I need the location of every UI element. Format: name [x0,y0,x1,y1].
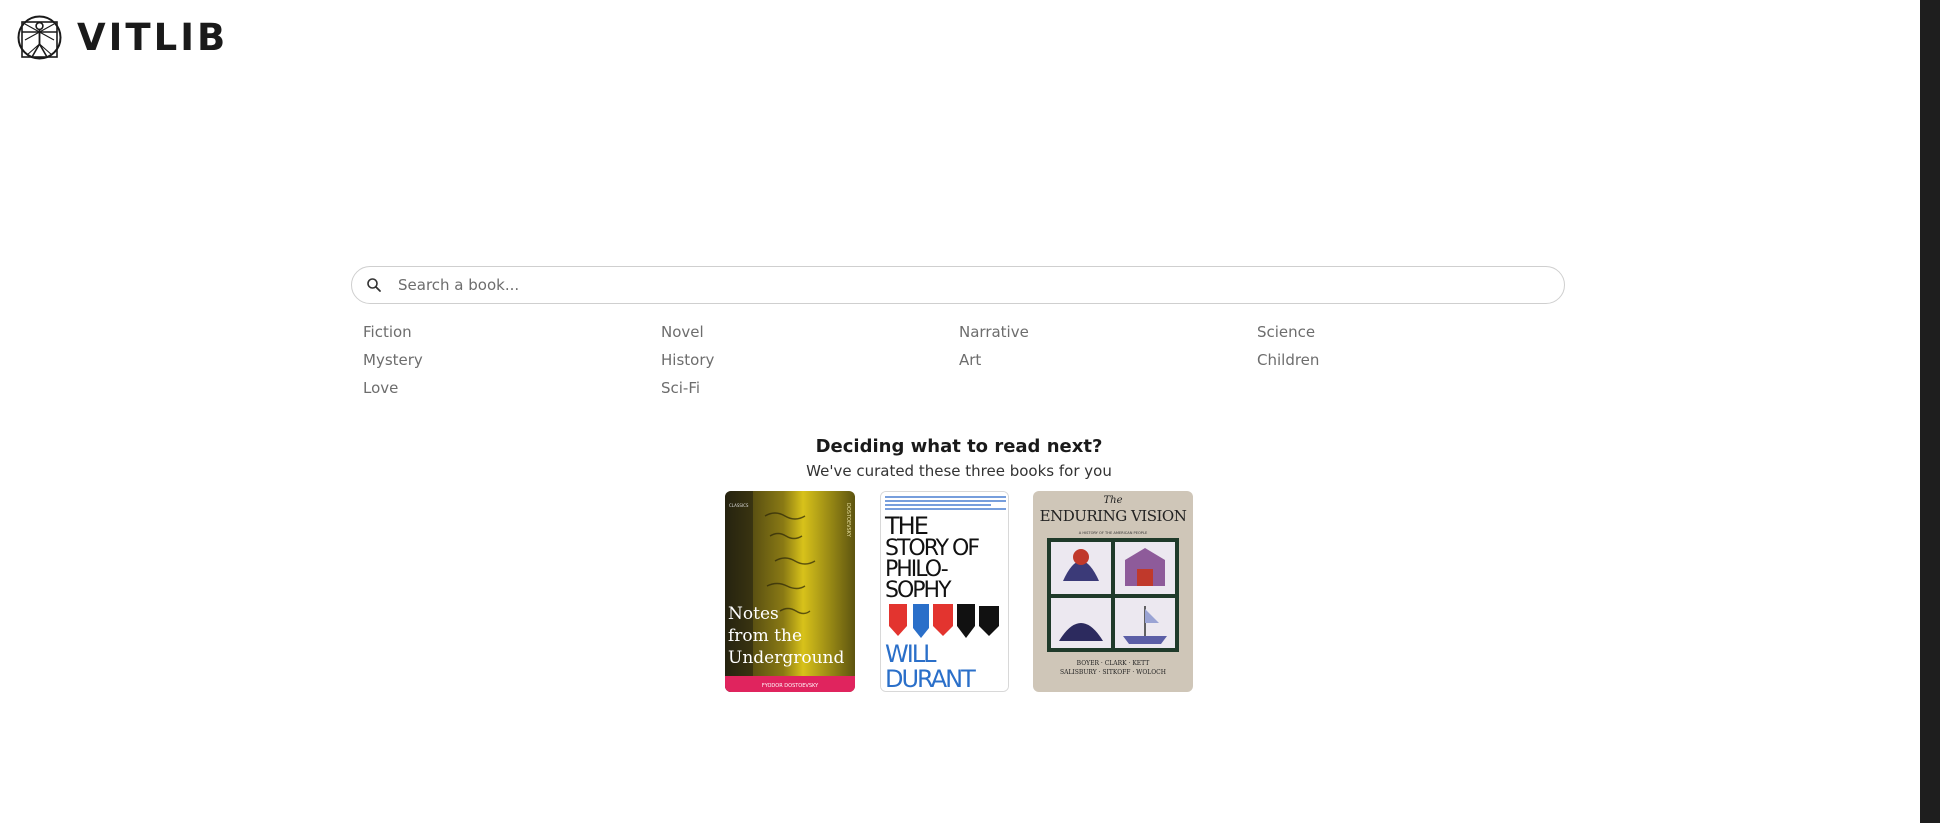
book-3-authors-line: SALISBURY · SITKOFF · WOLOCH [1060,669,1166,676]
category-novel[interactable]: Novel [661,323,704,341]
category-narrative[interactable]: Narrative [959,323,1029,341]
recommendations-subtitle: We've curated these three books for you [806,462,1112,480]
category-history[interactable]: History [661,351,714,369]
book-3-title: ENDURING VISION [1040,507,1187,525]
book-2-author-line: WILL [885,640,937,668]
book-3-tagline: A HISTORY OF THE AMERICAN PEOPLE [1079,531,1148,535]
search-bar[interactable] [351,266,1565,304]
book-cover-notes-from-the-underground[interactable]: CLASSICS DOSTOEVSKY Notes from the Under… [725,491,855,692]
book-cover-enduring-vision[interactable]: The ENDURING VISION A HISTORY OF THE AME… [1033,491,1193,692]
category-fiction[interactable]: Fiction [363,323,412,341]
book-1-title-line: Notes [728,604,779,624]
book-3-authors-line: BOYER · CLARK · KETT [1077,660,1150,667]
category-children[interactable]: Children [1257,351,1319,369]
logo[interactable]: VITLIB [16,14,228,61]
book-2-author-line: DURANT [885,665,976,692]
book-cover-story-of-philosophy[interactable]: THE STORY OF PHILO- SOPHY WILL DURANT [880,491,1009,692]
category-love[interactable]: Love [363,379,398,397]
scrollbar[interactable] [1920,0,1940,823]
category-mystery[interactable]: Mystery [363,351,423,369]
book-2-title-line: SOPHY [885,578,952,603]
brand-name: VITLIB [77,16,229,59]
book-3-title-small: The [1103,495,1122,506]
search-input[interactable] [396,275,1500,295]
category-art[interactable]: Art [959,351,981,369]
category-science[interactable]: Science [1257,323,1315,341]
book-1-spine-text: DOSTOEVSKY [845,503,851,538]
search-icon [367,278,381,292]
book-1-title-line: from the [728,626,802,646]
category-sci-fi[interactable]: Sci-Fi [661,379,700,397]
book-1-title-line: Underground [728,648,844,668]
recommendations-title: Deciding what to read next? [815,436,1103,457]
vitruvian-man-icon [17,15,62,60]
svg-text:CLASSICS: CLASSICS [729,503,749,508]
book-1-author: FYODOR DOSTOEVSKY [762,683,819,689]
